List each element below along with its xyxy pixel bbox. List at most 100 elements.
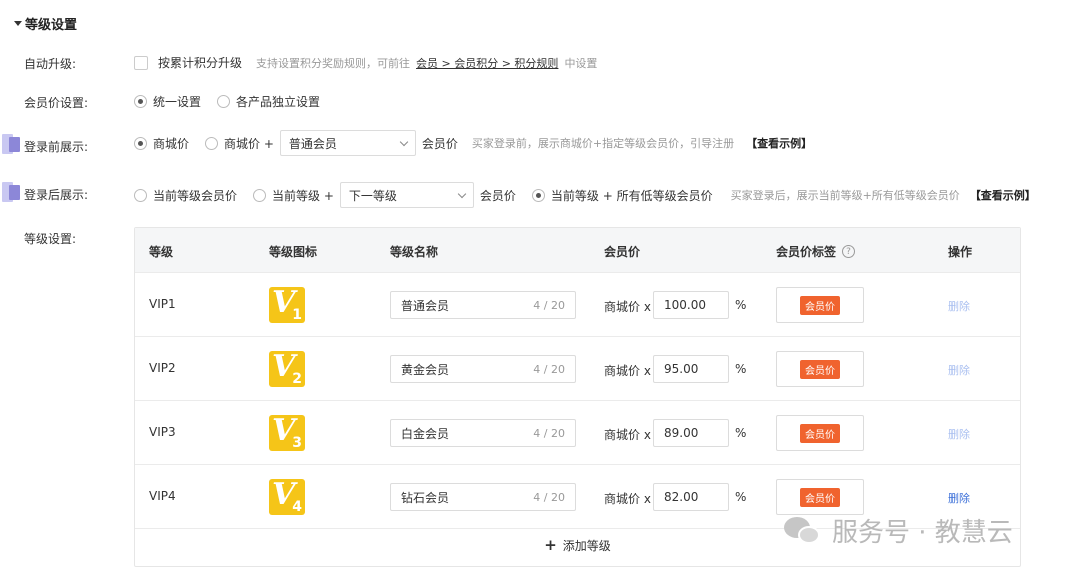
level-name-value: 普通会员 xyxy=(401,298,450,313)
chevron-down-icon xyxy=(399,137,409,146)
add-level-label: 添加等级 xyxy=(562,539,611,553)
points-rule-link[interactable]: 会员 > 会员积分 > 积分规则 xyxy=(416,55,558,71)
level-name-value: 钻石会员 xyxy=(401,490,450,505)
after-login-all-lower-radio[interactable] xyxy=(531,188,545,202)
table-header: 等级 等级图标 等级名称 会员价 会员价标签 ? 操作 xyxy=(135,228,1020,273)
level-cell: VIP1 xyxy=(149,297,176,311)
price-tag: 会员价 xyxy=(800,359,840,379)
price-tag-box[interactable]: 会员价 xyxy=(776,479,864,515)
auto-upgrade-hint-prefix: 支持设置积分奖励规则，可前往 xyxy=(256,56,411,70)
price-unit: % xyxy=(735,362,747,376)
price-tag-box[interactable]: 会员价 xyxy=(776,415,864,451)
before-login-level-select[interactable]: 普通会员 xyxy=(279,130,416,156)
price-tag-box[interactable]: 会员价 xyxy=(776,351,864,387)
price-prefix: 商城价 x xyxy=(604,492,651,506)
before-login-options: 商城价 商城价 + 普通会员 会员价 买家登录前，展示商城价+指定等级会员价，引… xyxy=(134,130,812,156)
before-login-label: 登录前展示: xyxy=(24,140,89,154)
delete-button[interactable]: 删除 xyxy=(948,298,970,314)
member-price-options: 统一设置 各产品独立设置 xyxy=(134,93,320,110)
level-name-input[interactable]: 白金会员 4 / 20 xyxy=(390,419,576,447)
caret-down-icon xyxy=(14,21,22,26)
member-price-label: 会员价设置: xyxy=(24,96,89,110)
after-login-all-lower-label[interactable]: 当前等级 + 所有低等级会员价 xyxy=(551,187,713,204)
before-login-mall-price-label[interactable]: 商城价 xyxy=(153,135,189,152)
level-name-value: 黄金会员 xyxy=(401,362,450,377)
delete-button[interactable]: 删除 xyxy=(948,362,970,378)
price-prefix: 商城价 x xyxy=(604,300,651,314)
level-name-input[interactable]: 钻石会员 4 / 20 xyxy=(390,483,576,511)
wechat-icon xyxy=(784,515,824,547)
price-tag: 会员价 xyxy=(800,487,840,507)
price-value: 89.00 xyxy=(664,426,699,440)
header-level: 等级 xyxy=(149,245,174,259)
level-name-input[interactable]: 黄金会员 4 / 20 xyxy=(390,355,576,383)
price-tag-box[interactable]: 会员价 xyxy=(776,287,864,323)
header-price: 会员价 xyxy=(604,245,641,259)
vip3-badge-icon: V3 xyxy=(269,415,305,451)
after-login-example-link[interactable]: 【查看示例】 xyxy=(970,187,1036,203)
section-title: 等级设置 xyxy=(25,18,78,33)
auto-upgrade-row: 按累计积分升级 支持设置积分奖励规则，可前往 会员 > 会员积分 > 积分规则 … xyxy=(134,54,597,71)
after-login-level-select[interactable]: 下一等级 xyxy=(339,182,474,208)
before-login-mall-price-radio[interactable] xyxy=(134,136,147,150)
price-input[interactable]: 89.00 xyxy=(653,419,729,447)
price-value: 100.00 xyxy=(664,298,706,312)
before-login-hint: 买家登录前，展示商城价+指定等级会员价，引导注册 xyxy=(471,137,735,150)
price-input[interactable]: 82.00 xyxy=(653,483,729,511)
price-input[interactable]: 100.00 xyxy=(653,291,729,319)
price-unit: % xyxy=(735,298,747,312)
before-login-example-link[interactable]: 【查看示例】 xyxy=(746,135,812,151)
section-header[interactable]: 等级设置 xyxy=(14,14,77,33)
table-row: VIP3 V3 白金会员 4 / 20 商城价 x 89.00 % 会员价 删除 xyxy=(135,401,1020,465)
auto-upgrade-checkbox-label[interactable]: 按累计积分升级 xyxy=(158,54,242,71)
unified-setting-radio[interactable] xyxy=(134,95,147,108)
after-login-options: 当前等级会员价 当前等级 + 下一等级 会员价 当前等级 + 所有低等级会员价 … xyxy=(134,182,1036,208)
after-login-next-radio[interactable] xyxy=(253,188,267,202)
char-count: 4 / 20 xyxy=(533,426,565,440)
header-icon: 等级图标 xyxy=(269,245,318,259)
header-tag-label: 会员价标签 xyxy=(776,245,837,259)
after-login-label: 登录后展示: xyxy=(24,188,89,202)
level-name-value: 白金会员 xyxy=(401,426,450,441)
auto-upgrade-hint-suffix: 中设置 xyxy=(564,56,598,70)
delete-button[interactable]: 删除 xyxy=(948,426,970,442)
price-unit: % xyxy=(735,426,747,440)
price-prefix: 商城价 x xyxy=(604,364,651,378)
bookmark-icon xyxy=(0,134,22,154)
price-tag: 会员价 xyxy=(800,423,840,443)
price-value: 82.00 xyxy=(664,490,699,504)
before-login-combined-suffix: 会员价 xyxy=(421,136,458,151)
help-icon[interactable]: ? xyxy=(842,245,856,258)
vip2-badge-icon: V2 xyxy=(269,351,305,387)
level-cell: VIP4 xyxy=(149,489,176,503)
char-count: 4 / 20 xyxy=(533,298,565,312)
per-product-setting-radio[interactable] xyxy=(217,95,231,108)
vip1-badge-icon: V1 xyxy=(269,287,305,323)
bookmark-icon xyxy=(0,182,22,202)
plus-icon: + xyxy=(544,536,557,554)
price-input[interactable]: 95.00 xyxy=(653,355,729,383)
level-name-input[interactable]: 普通会员 4 / 20 xyxy=(390,291,576,319)
per-product-setting-label[interactable]: 各产品独立设置 xyxy=(236,93,320,110)
after-login-current-radio[interactable] xyxy=(134,188,147,202)
after-login-next-suffix: 会员价 xyxy=(479,188,516,203)
before-login-level-value: 普通会员 xyxy=(288,136,337,151)
table-row: VIP2 V2 黄金会员 4 / 20 商城价 x 95.00 % 会员价 删除 xyxy=(135,337,1020,401)
after-login-hint: 买家登录后，展示当前等级+所有低等级会员价 xyxy=(730,189,960,202)
watermark: 服务号 · 教慧云 xyxy=(784,512,1013,549)
auto-upgrade-checkbox[interactable] xyxy=(134,55,148,70)
header-ops: 操作 xyxy=(948,245,973,259)
price-value: 95.00 xyxy=(664,362,699,376)
header-name: 等级名称 xyxy=(390,245,439,259)
before-login-combined-radio[interactable] xyxy=(205,136,219,150)
unified-setting-label[interactable]: 统一设置 xyxy=(153,93,201,110)
price-unit: % xyxy=(735,490,747,504)
before-login-combined-prefix[interactable]: 商城价 + xyxy=(224,135,274,152)
table-row: VIP1 V1 普通会员 4 / 20 商城价 x 100.00 % 会员价 删… xyxy=(135,273,1020,337)
level-cell: VIP2 xyxy=(149,361,176,375)
watermark-text: 服务号 · 教慧云 xyxy=(832,518,1013,548)
delete-button[interactable]: 删除 xyxy=(948,490,970,506)
vip4-badge-icon: V4 xyxy=(269,479,305,515)
after-login-next-prefix[interactable]: 当前等级 + xyxy=(272,187,334,204)
after-login-current-label[interactable]: 当前等级会员价 xyxy=(153,187,237,204)
